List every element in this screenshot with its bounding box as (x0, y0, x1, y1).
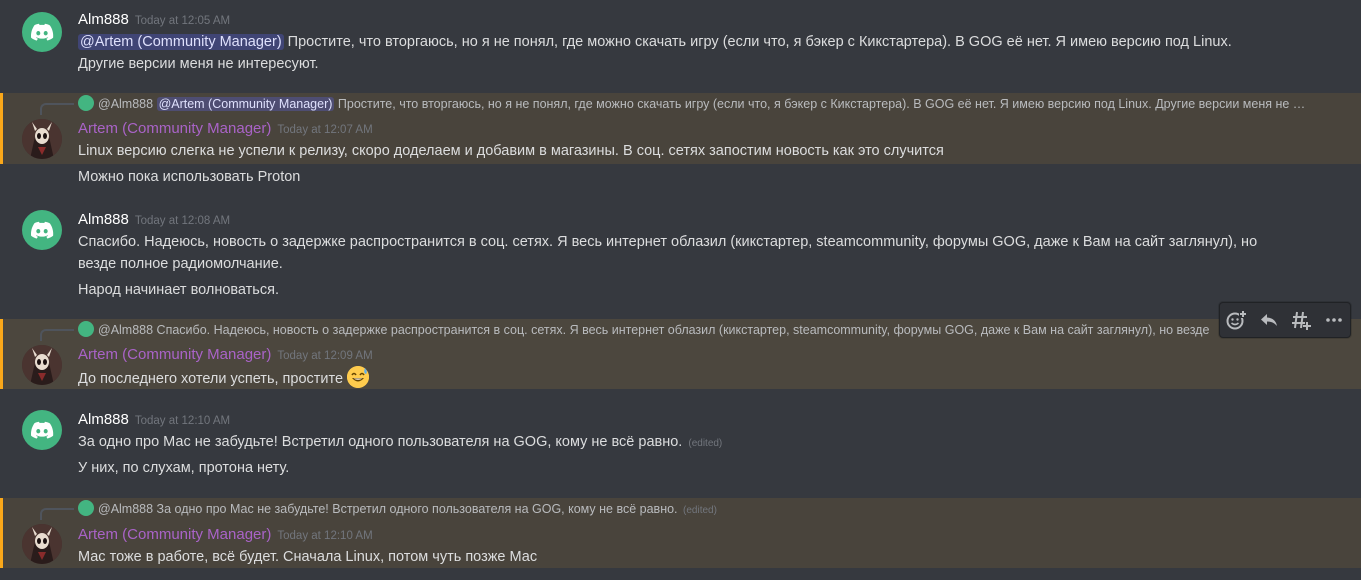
message-header: Artem (Community Manager) Today at 12:09 … (78, 344, 373, 366)
reply-spine (40, 103, 74, 115)
timestamp: Today at 12:10 AM (277, 530, 373, 542)
reply-button[interactable] (1256, 307, 1282, 333)
timestamp: Today at 12:10 AM (134, 415, 231, 427)
discord-logo-icon (31, 221, 54, 239)
username[interactable]: Artem (Community Manager) (78, 346, 271, 363)
message-header: Alm888 Today at 12:10 AM (78, 409, 230, 431)
reply-spine (40, 329, 74, 341)
username[interactable]: Artem (Community Manager) (78, 526, 271, 543)
discord-logo-icon (31, 421, 54, 439)
message-text: Мас тоже в работе, всё будет. Сначала Li… (78, 549, 538, 565)
message-content: За одно про Мас не забудьте! Встретил од… (78, 431, 1341, 455)
discord-logo-icon (78, 95, 94, 111)
message-text: Простите, что вторгаюсь, но я не понял, … (283, 34, 1232, 50)
create-thread-icon (1292, 311, 1312, 330)
message-text: Можно пока использовать Proton (78, 169, 301, 185)
reply-text: За одно про Мас не забудьте! Встретил од… (153, 502, 678, 516)
username[interactable]: Artem (Community Manager) (78, 120, 271, 137)
discord-logo-icon (78, 321, 94, 337)
message-text: У них, по слухам, протона нету. (78, 460, 290, 476)
message-text: Другие версии меня не интересуют. (78, 56, 319, 72)
avatar[interactable] (22, 410, 62, 450)
more-icon (1325, 318, 1342, 322)
discord-logo-icon (78, 500, 94, 516)
hollow-knight-avatar-icon (22, 524, 62, 564)
add-reaction-icon (1226, 310, 1248, 330)
sweat-smile-icon (347, 366, 370, 388)
avatar[interactable] (22, 345, 62, 385)
add-reaction-button[interactable] (1223, 307, 1249, 333)
reply-author[interactable]: @Alm888 (98, 323, 153, 337)
username[interactable]: Alm888 (78, 211, 129, 228)
message-actions-toolbar (1219, 302, 1351, 338)
message-text: везде полное радиомолчание. (78, 256, 283, 272)
chat-messages: Alm888 Today at 12:05 AM @Artem (Communit… (0, 0, 1361, 580)
hollow-knight-avatar-icon (22, 345, 62, 385)
reply-icon (1260, 314, 1277, 326)
reply-preview[interactable]: @Alm888 Спасибо. Надеюсь, новость о заде… (78, 321, 1221, 339)
message-group[interactable]: Можно пока использовать Proton (0, 164, 1361, 190)
message-text: Linux версию слегка не успели к релизу, … (78, 143, 944, 159)
message-text: Спасибо. Надеюсь, новость о задержке рас… (78, 234, 1258, 250)
reply-preview[interactable]: @Alm888 @Artem (Community Manager) Прост… (78, 95, 1311, 113)
username[interactable]: Alm888 (78, 11, 129, 28)
sweat-smile-emoji[interactable] (347, 366, 370, 388)
reply-preview[interactable]: @Alm888 За одно про Мас не забудьте! Вст… (78, 500, 1311, 518)
message-text: За одно про Мас не забудьте! Встретил од… (78, 434, 683, 450)
message-header: Alm888 Today at 12:08 AM (78, 209, 230, 231)
timestamp: Today at 12:09 AM (277, 350, 373, 362)
timestamp: Today at 12:07 AM (277, 124, 373, 136)
message-header: Artem (Community Manager) Today at 12:07 … (78, 118, 373, 140)
username[interactable]: Alm888 (78, 411, 129, 428)
message-header: Artem (Community Manager) Today at 12:10 … (78, 524, 373, 546)
message-group[interactable]: Alm888 Today at 12:10 AM За одно про Мас … (0, 400, 1361, 490)
avatar[interactable] (22, 12, 62, 52)
avatar[interactable] (22, 119, 62, 159)
reply-text: Спасибо. Надеюсь, новость о задержке рас… (153, 323, 1210, 337)
message-text: Народ начинает волноваться. (78, 282, 279, 298)
message-group-mentioned[interactable]: @Alm888 За одно про Мас не забудьте! Вст… (0, 498, 1361, 568)
hollow-knight-avatar-icon (22, 119, 62, 159)
edited-label: (edited) (683, 505, 717, 516)
more-button[interactable] (1321, 307, 1347, 333)
message-text: До последнего хотели успеть, простите (78, 371, 344, 387)
timestamp: Today at 12:08 AM (134, 215, 231, 227)
message-header: Alm888 Today at 12:05 AM (78, 9, 230, 31)
reply-author[interactable]: @Alm888 (98, 97, 153, 111)
message-group-mentioned[interactable]: @Alm888 @Artem (Community Manager) Прост… (0, 93, 1361, 164)
user-mention[interactable]: @Artem (Community Manager) (156, 97, 335, 111)
avatar[interactable] (22, 210, 62, 250)
user-mention[interactable]: @Artem (Community Manager) (78, 34, 284, 50)
reply-text: Простите, что вторгаюсь, но я не понял, … (334, 97, 1311, 111)
avatar[interactable] (22, 524, 62, 564)
create-thread-button[interactable] (1288, 307, 1314, 333)
edited-label: (edited) (688, 438, 723, 449)
discord-logo-icon (31, 23, 54, 41)
message-group[interactable]: Alm888 Today at 12:05 AM @Artem (Communit… (0, 0, 1361, 86)
message-content: @Artem (Community Manager) Простите, что… (78, 31, 1341, 53)
message-content: До последнего хотели успеть, простите (78, 366, 1341, 390)
reply-spine (40, 508, 74, 520)
timestamp: Today at 12:05 AM (134, 15, 231, 27)
message-group-mentioned[interactable]: @Alm888 Спасибо. Надеюсь, новость о заде… (0, 319, 1361, 389)
reply-author[interactable]: @Alm888 (98, 502, 153, 516)
message-group[interactable]: Alm888 Today at 12:08 AM Спасибо. Надеюсь… (0, 200, 1361, 308)
